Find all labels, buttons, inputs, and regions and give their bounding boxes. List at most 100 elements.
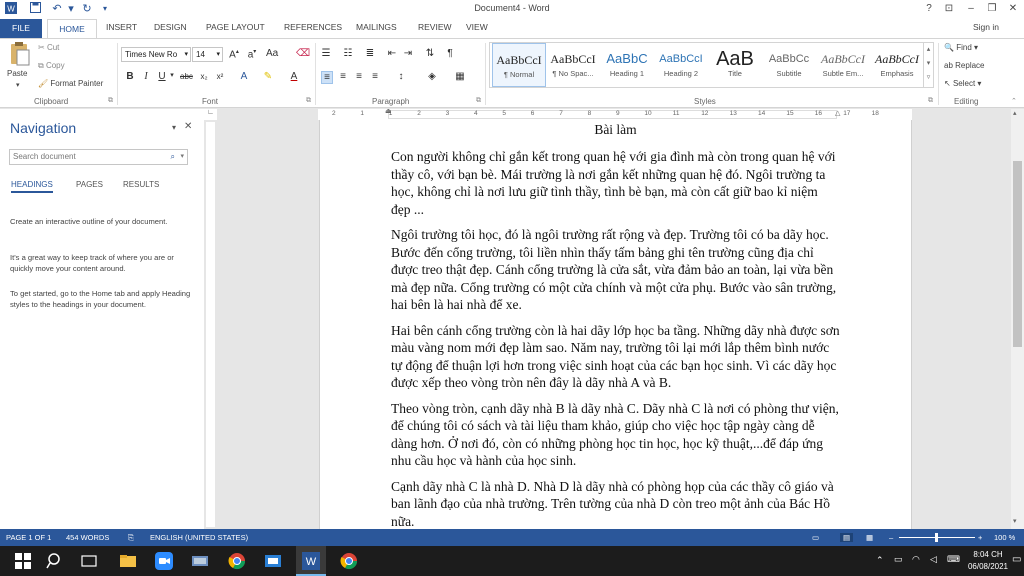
show-hide-marks-icon[interactable]: ¶	[444, 48, 456, 59]
clock-time[interactable]: 8:04 CH	[968, 550, 1008, 559]
search-icon[interactable]: ⌕	[171, 150, 175, 164]
paragraph-launcher-icon[interactable]: ⧉	[476, 97, 481, 105]
battery-icon[interactable]: ▭	[894, 554, 903, 565]
tab-references[interactable]: REFERENCES	[284, 22, 342, 32]
scroll-down-icon[interactable]: ▾	[1013, 517, 1017, 525]
cut-button[interactable]: ✂ Cut	[38, 43, 59, 52]
styles-scroll[interactable]: ▴ ▾ ▿	[923, 43, 933, 87]
show-hidden-icons-icon[interactable]: ⌃	[876, 555, 884, 566]
multilevel-list-icon[interactable]: ≣	[364, 48, 376, 59]
style-subtitle[interactable]: AaBbCc Subtitle	[762, 43, 816, 87]
paste-label[interactable]: Paste	[7, 69, 27, 78]
notifications-icon[interactable]: ▭	[1012, 554, 1021, 565]
bold-icon[interactable]: B	[124, 71, 136, 82]
style-normal[interactable]: AaBbCcI ¶ Normal	[492, 43, 546, 87]
scrollbar-thumb[interactable]	[1013, 161, 1022, 347]
align-left-icon[interactable]: ≡	[321, 71, 333, 84]
align-center-icon[interactable]: ≡	[337, 71, 349, 82]
tab-mailings[interactable]: MAILINGS	[356, 22, 397, 32]
right-indent-marker[interactable]: △	[835, 109, 840, 117]
tab-file[interactable]: FILE	[0, 19, 42, 38]
tab-selector-icon[interactable]: ∟	[204, 109, 217, 120]
paste-button[interactable]	[8, 41, 32, 69]
style-subtle-emphasis[interactable]: AaBbCcI Subtle Em...	[816, 43, 870, 87]
shrink-font-icon[interactable]: a▾	[246, 48, 258, 60]
task-view-icon[interactable]	[80, 552, 98, 570]
font-family-select[interactable]: Times New Ro ▾	[121, 47, 191, 62]
clipboard-launcher-icon[interactable]: ⧉	[108, 97, 113, 105]
ribbon-display-options-icon[interactable]: ⊡	[940, 2, 958, 16]
tab-home[interactable]: HOME	[47, 19, 97, 38]
web-layout-icon[interactable]: ▦	[866, 533, 873, 542]
tab-pages[interactable]: PAGES	[76, 180, 103, 189]
tab-results[interactable]: RESULTS	[123, 180, 159, 189]
language-status[interactable]: ENGLISH (UNITED STATES)	[150, 533, 248, 542]
change-case-icon[interactable]: Aa	[266, 48, 278, 59]
text-effects-icon[interactable]: A	[238, 71, 250, 82]
tab-insert[interactable]: INSERT	[106, 22, 137, 32]
minimize-button[interactable]: –	[962, 2, 980, 16]
chevron-down-icon[interactable]: ▾	[180, 150, 184, 164]
borders-icon[interactable]: ▦	[454, 71, 466, 82]
tab-design[interactable]: DESIGN	[154, 22, 187, 32]
justify-icon[interactable]: ≡	[369, 71, 381, 82]
decrease-indent-icon[interactable]: ⇤	[386, 48, 398, 59]
line-spacing-icon[interactable]: ↕	[395, 71, 407, 82]
font-size-select[interactable]: 14 ▾	[192, 47, 223, 62]
document-paragraph[interactable]: Hai bên cánh cổng trường còn là hai dãy …	[391, 322, 840, 392]
page-count[interactable]: PAGE 1 OF 1	[6, 533, 51, 542]
app-icon[interactable]	[191, 552, 209, 570]
clear-formatting-icon[interactable]: ⌫	[296, 48, 310, 59]
pane-options-icon[interactable]: ▾	[172, 123, 176, 132]
style-heading-1[interactable]: AaBbC Heading 1	[600, 43, 654, 87]
shading-icon[interactable]: ◈	[426, 71, 438, 82]
windows-start-icon[interactable]	[14, 552, 32, 570]
left-indent-marker[interactable]: ⏏	[385, 107, 392, 115]
highlight-icon[interactable]: ✎	[262, 71, 274, 82]
chrome-icon[interactable]	[340, 552, 358, 570]
read-mode-icon[interactable]: ▭	[812, 533, 819, 542]
align-right-icon[interactable]: ≡	[353, 71, 365, 82]
tab-review[interactable]: REVIEW	[418, 22, 452, 32]
style-heading-2[interactable]: AaBbCcI Heading 2	[654, 43, 708, 87]
vertical-scrollbar[interactable]: ▴ ▾	[1011, 109, 1024, 529]
italic-icon[interactable]: I	[140, 71, 152, 82]
find-button[interactable]: 🔍 Find ▾	[944, 43, 978, 52]
replace-button[interactable]: ab Replace	[944, 61, 985, 70]
help-button[interactable]: ?	[920, 2, 938, 16]
tab-page-layout[interactable]: PAGE LAYOUT	[206, 22, 265, 32]
tab-headings[interactable]: HEADINGS	[11, 180, 53, 193]
zoom-slider-thumb[interactable]	[935, 533, 938, 542]
numbering-icon[interactable]: ☷	[342, 48, 354, 59]
select-button[interactable]: ↖ Select ▾	[944, 79, 981, 88]
search-icon[interactable]	[46, 552, 64, 570]
bullets-icon[interactable]: ☰	[320, 48, 332, 59]
word-taskbar-button[interactable]: W	[296, 546, 326, 576]
style-no-spacing[interactable]: AaBbCcI ¶ No Spac...	[546, 43, 600, 87]
paste-dropdown-icon[interactable]: ▾	[16, 81, 20, 89]
file-explorer-icon[interactable]	[119, 552, 137, 570]
collapse-ribbon-icon[interactable]: ⌃	[1011, 97, 1017, 105]
strikethrough-icon[interactable]: abc	[180, 72, 193, 81]
restore-button[interactable]: ❐	[983, 2, 1001, 16]
increase-indent-icon[interactable]: ⇥	[402, 48, 414, 59]
document-paragraph[interactable]: Ngôi trường tôi học, đó là ngôi trường r…	[391, 226, 840, 314]
style-title[interactable]: AaB Title	[708, 43, 762, 87]
clock-date[interactable]: 06/08/2021	[962, 562, 1014, 571]
wifi-icon[interactable]: ◠	[912, 554, 920, 565]
styles-launcher-icon[interactable]: ⧉	[928, 97, 933, 105]
volume-icon[interactable]: ◁	[930, 554, 937, 565]
document-paragraph[interactable]: Theo vòng tròn, cạnh dãy nhà B là dãy nh…	[391, 400, 840, 470]
word-count[interactable]: 454 WORDS	[66, 533, 109, 542]
tab-view[interactable]: VIEW	[466, 22, 488, 32]
document-paragraph[interactable]: Con người không chỉ gắn kết trong quan h…	[391, 148, 840, 218]
close-button[interactable]: ✕	[1004, 2, 1022, 16]
print-layout-icon[interactable]: ▤	[840, 533, 854, 542]
sign-in-link[interactable]: Sign in	[973, 22, 999, 32]
document-body[interactable]: Con người không chỉ gắn kết trong quan h…	[391, 148, 840, 529]
font-launcher-icon[interactable]: ⧉	[306, 97, 311, 105]
app-icon[interactable]	[264, 552, 282, 570]
grow-font-icon[interactable]: A▴	[228, 48, 240, 60]
sort-icon[interactable]: ⇅	[424, 48, 436, 59]
subscript-icon[interactable]: x₂	[198, 72, 210, 81]
